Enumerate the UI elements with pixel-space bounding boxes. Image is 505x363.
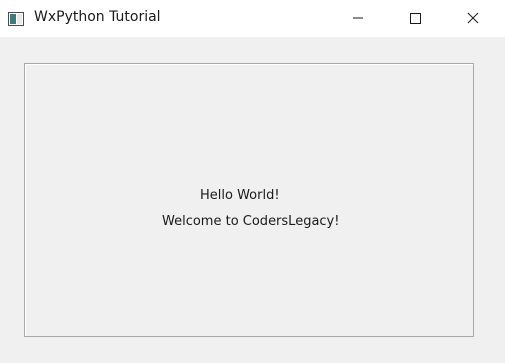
hello-label: Hello World! [200,188,280,203]
app-window: WxPython Tutorial Hello World! Welcome t… [0,0,505,363]
client-area: Hello World! Welcome to CodersLegacy! [0,37,505,363]
close-button[interactable] [450,0,496,37]
maximize-icon [409,9,421,28]
minimize-icon [352,9,364,28]
welcome-label: Welcome to CodersLegacy! [162,214,340,229]
window-title: WxPython Tutorial [34,9,161,25]
close-icon [467,9,479,28]
title-bar[interactable]: WxPython Tutorial [0,0,505,37]
minimize-button[interactable] [335,0,381,37]
panel-box: Hello World! Welcome to CodersLegacy! [24,63,474,337]
window-app-icon [8,11,24,26]
maximize-button[interactable] [392,0,438,37]
